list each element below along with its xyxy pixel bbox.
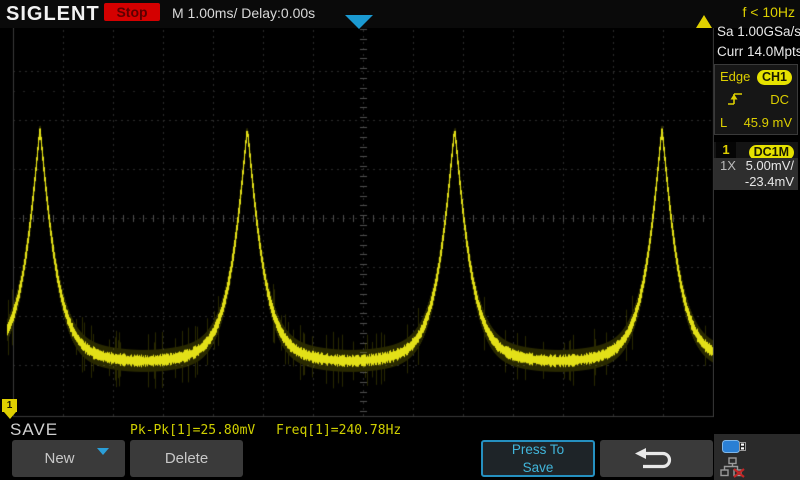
trigger-level-prefix: L <box>720 115 727 130</box>
new-button[interactable]: New <box>12 440 125 477</box>
status-icons-panel <box>714 434 800 480</box>
channel-id-row: 1 DC1M <box>714 142 798 158</box>
trigger-level-row: L 45.9 mV <box>715 111 797 134</box>
lan-disconnected-icon <box>720 457 746 478</box>
menu-title: SAVE <box>10 420 58 440</box>
channel-ground-marker[interactable]: 1 <box>2 399 18 419</box>
trigger-level-marker[interactable] <box>696 15 712 28</box>
channel-number-chip: 1 <box>716 142 736 158</box>
channel-offset-value: -23.4mV <box>745 174 794 190</box>
volts-per-div-value: 5.00mV/ <box>746 158 794 174</box>
header-bar: SIGLENT Stop M 1.00ms/ Delay:0.00s f < 1… <box>0 0 800 28</box>
press-to-save-button[interactable]: Press To Save <box>481 440 595 477</box>
trigger-level-value: 45.9 mV <box>744 111 792 134</box>
timebase-readout: M 1.00ms/ Delay:0.00s <box>172 5 315 21</box>
channel-info-box[interactable]: 1 DC1M 1X 5.00mV/ -23.4mV <box>714 142 798 190</box>
channel-scale-row: 1X 5.00mV/ <box>714 158 798 174</box>
measurement-pkpk: Pk-Pk[1]=25.80mV <box>130 423 255 438</box>
usb-icon <box>722 439 748 454</box>
trigger-slope-row: DC <box>715 88 797 111</box>
measurement-frequency: Freq[1]=240.78Hz <box>276 423 401 438</box>
trigger-source-badge: CH1 <box>757 70 792 85</box>
delete-button-label: Delete <box>165 450 208 467</box>
waveform-display <box>0 28 714 420</box>
run-state-badge[interactable]: Stop <box>104 3 160 21</box>
oscilloscope-screen: SIGLENT Stop M 1.00ms/ Delay:0.00s f < 1… <box>0 0 800 480</box>
trigger-mode-row: Edge CH1 <box>715 65 797 88</box>
channel-ground-label: 1 <box>2 399 17 412</box>
rising-edge-icon <box>726 91 746 107</box>
trigger-settings-box[interactable]: Edge CH1 DC L 45.9 mV <box>714 64 798 135</box>
return-arrow-icon <box>634 446 680 472</box>
sample-rate-readout: Sa 1.00GSa/s <box>717 24 797 39</box>
delete-button[interactable]: Delete <box>130 440 243 477</box>
new-button-label: New <box>44 450 74 467</box>
brand-logo: SIGLENT <box>6 3 100 26</box>
memory-depth-readout: Curr 14.0Mpts <box>717 44 797 59</box>
dropdown-arrow-icon <box>97 455 109 472</box>
press-to-save-line2: Save <box>523 459 554 477</box>
probe-attenuation-label: 1X <box>720 158 736 174</box>
channel-offset-row: -23.4mV <box>714 174 798 190</box>
trigger-position-marker[interactable] <box>345 15 373 29</box>
frequency-counter: f < 10Hz <box>742 4 795 20</box>
press-to-save-line1: Press To <box>512 441 564 459</box>
trigger-mode-label: Edge <box>720 69 750 84</box>
down-arrow-icon <box>4 412 16 419</box>
trigger-coupling-label: DC <box>770 88 789 111</box>
back-button[interactable] <box>600 440 713 477</box>
